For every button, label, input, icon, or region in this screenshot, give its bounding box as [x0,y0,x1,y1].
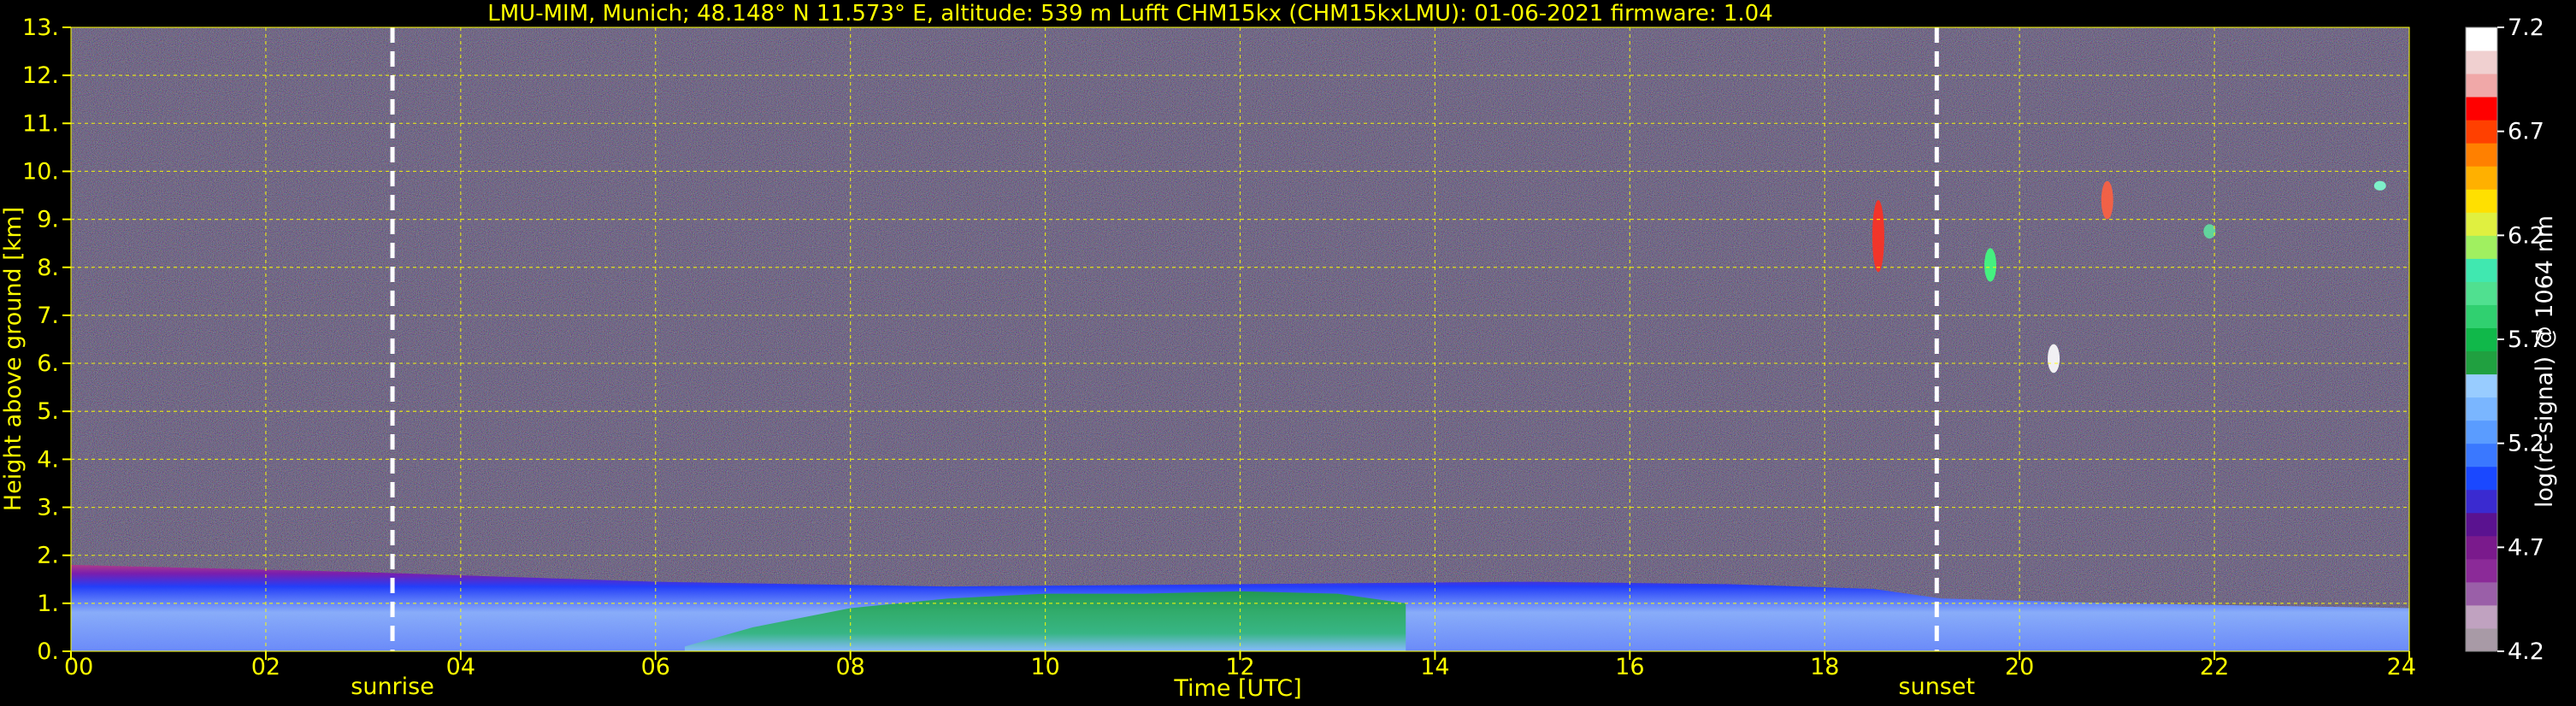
ceilometer-chart: 0. 1. 2. 3. 4. 5. 6. 7. 8. 9. 10. 11. 12. 13. 00 02 04 0… [0,1,2558,702]
y-tick-label: 13. [22,15,59,41]
colorbar-segment [2466,235,2497,259]
plot-area [70,26,2410,652]
chart-title: LMU-MIM, Munich; 48.148° N 11.573° E, al… [487,1,1772,26]
y-tick-label: 3. [37,495,59,521]
y-tick-label: 10. [22,158,59,185]
y-tick-label: 7. [37,303,59,329]
y-tick-label: 2. [37,543,59,569]
colorbar-segment [2466,420,2497,444]
colorbar-segment [2466,397,2497,421]
colorbar-segment [2466,512,2497,537]
y-tick-label: 0. [37,638,59,665]
colorbar-tick-label: 6.7 [2508,119,2544,145]
cloud-feature [1984,248,1996,282]
colorbar-segment [2466,304,2497,328]
colorbar-label: log(rc-signal) @ 1064 nm [2532,215,2558,508]
cloud-feature [2203,224,2216,239]
colorbar-segment [2466,350,2497,375]
x-tick-label: 24 [2387,654,2416,680]
colorbar-segment [2466,581,2497,606]
colorbar-segment [2466,281,2497,305]
colorbar-tick-label: 4.7 [2508,534,2544,561]
x-tick-label: 22 [2200,654,2229,680]
x-tick-label: 00 [64,654,93,680]
colorbar-segment [2466,535,2497,560]
cloud-feature [2048,344,2060,374]
colorbar-tick-label: 7.2 [2508,15,2544,41]
colorbar-segment [2466,258,2497,282]
x-tick-label: 20 [2005,654,2034,680]
y-tick-label: 8. [37,255,59,281]
colorbar-segment [2466,27,2497,51]
colorbar-tick-label: 4.2 [2508,638,2544,665]
colorbar-segment [2466,97,2497,121]
y-tick-label: 11. [22,110,59,137]
colorbar-segment [2466,120,2497,144]
colorbar-segment [2466,50,2497,74]
colorbar-segment [2466,327,2497,352]
x-axis-label: Time [UTC] [1173,675,1301,702]
y-tick-label: 9. [37,207,59,233]
x-tick-label: 06 [641,654,670,680]
y-axis-ticks: 0. 1. 2. 3. 4. 5. 6. 7. 8. 9. 10. 11. 12. 13. [22,15,71,665]
x-tick-label: 02 [251,654,280,680]
x-tick-label: 18 [1810,654,1839,680]
cloud-feature [1872,200,1884,273]
colorbar-segment [2466,558,2497,583]
cloud-feature [2101,180,2113,220]
colorbar-segment [2466,604,2497,629]
y-tick-label: 12. [22,62,59,89]
y-tick-label: 1. [37,591,59,617]
signal-noise [71,27,2409,651]
colorbar-segment [2466,374,2497,398]
colorbar-segment [2466,166,2497,190]
x-tick-label: 10 [1030,654,1059,680]
sun-marker-labels: sunrise sunset [351,674,1975,700]
x-tick-label: 14 [1420,654,1449,680]
cloud-feature [2373,180,2386,191]
colorbar-segment [2466,74,2497,97]
x-tick-label: 16 [1615,654,1644,680]
colorbar-segment [2466,627,2497,652]
colorbar-segment [2466,466,2497,491]
sunset-label: sunset [1899,674,1976,700]
x-tick-label: 08 [835,654,864,680]
sunrise-label: sunrise [351,674,434,700]
colorbar-segment [2466,212,2497,236]
y-tick-label: 6. [37,350,59,377]
x-tick-label: 04 [446,654,475,680]
colorbar-segment [2466,489,2497,514]
colorbar-segment [2466,189,2497,213]
y-axis-label: Height above ground [km] [0,207,27,511]
colorbar-segment [2466,143,2497,167]
colorbar-segment [2466,443,2497,468]
y-tick-label: 4. [37,446,59,473]
y-tick-label: 5. [37,398,59,425]
